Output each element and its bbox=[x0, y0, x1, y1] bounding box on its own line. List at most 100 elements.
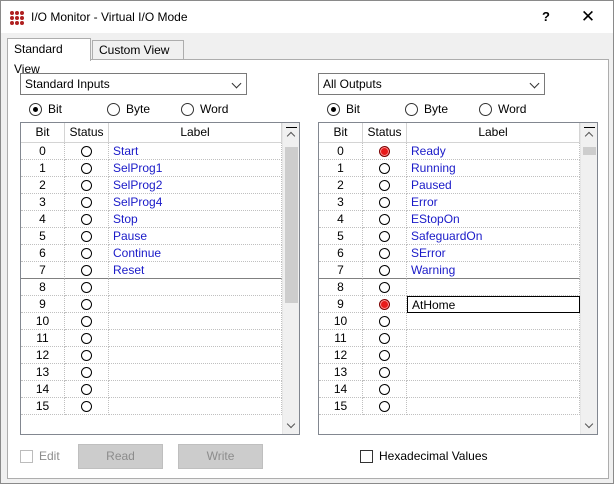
column-header-status[interactable]: Status bbox=[65, 123, 109, 143]
label-cell[interactable] bbox=[109, 381, 282, 398]
table-row[interactable]: 9 bbox=[21, 296, 282, 313]
led-off-icon[interactable] bbox=[379, 350, 390, 361]
led-off-icon[interactable] bbox=[81, 401, 92, 412]
table-row[interactable]: 0 Start bbox=[21, 143, 282, 160]
led-off-icon[interactable] bbox=[81, 214, 92, 225]
table-row[interactable]: 12 bbox=[319, 347, 580, 364]
column-header-label[interactable]: Label bbox=[407, 123, 580, 143]
label-cell[interactable]: SError bbox=[407, 245, 580, 262]
label-cell[interactable] bbox=[109, 347, 282, 364]
led-off-icon[interactable] bbox=[81, 384, 92, 395]
label-cell[interactable]: Pause bbox=[109, 228, 282, 245]
status-cell[interactable] bbox=[65, 347, 109, 364]
led-off-icon[interactable] bbox=[379, 401, 390, 412]
label-cell[interactable] bbox=[407, 347, 580, 364]
column-header-bit[interactable]: Bit bbox=[21, 123, 65, 143]
status-cell[interactable] bbox=[65, 313, 109, 330]
scroll-down-icon[interactable] bbox=[581, 417, 597, 434]
label-cell[interactable] bbox=[109, 398, 282, 415]
led-off-icon[interactable] bbox=[81, 367, 92, 378]
status-cell[interactable] bbox=[363, 330, 407, 347]
outputs-radio-byte[interactable]: Byte bbox=[405, 101, 448, 117]
scroll-thumb[interactable] bbox=[583, 147, 596, 155]
status-cell[interactable] bbox=[363, 313, 407, 330]
led-off-icon[interactable] bbox=[379, 248, 390, 259]
led-off-icon[interactable] bbox=[81, 265, 92, 276]
label-cell[interactable]: Start bbox=[109, 143, 282, 160]
led-off-icon[interactable] bbox=[379, 282, 390, 293]
table-row[interactable]: 10 bbox=[319, 313, 580, 330]
status-cell[interactable] bbox=[65, 245, 109, 262]
label-cell[interactable]: Continue bbox=[109, 245, 282, 262]
edit-checkbox[interactable]: Edit bbox=[20, 449, 60, 463]
table-row[interactable]: 10 bbox=[21, 313, 282, 330]
label-cell[interactable] bbox=[109, 313, 282, 330]
table-row[interactable]: 0 Ready bbox=[319, 143, 580, 160]
status-cell[interactable] bbox=[65, 194, 109, 211]
label-cell[interactable] bbox=[407, 381, 580, 398]
inputs-radio-bit[interactable]: Bit bbox=[29, 101, 62, 117]
label-cell[interactable]: EStopOn bbox=[407, 211, 580, 228]
status-cell[interactable] bbox=[363, 398, 407, 415]
led-off-icon[interactable] bbox=[81, 163, 92, 174]
status-cell[interactable] bbox=[65, 262, 109, 279]
status-cell[interactable] bbox=[363, 245, 407, 262]
table-row[interactable]: 8 bbox=[21, 279, 282, 296]
table-row[interactable]: 13 bbox=[319, 364, 580, 381]
status-cell[interactable] bbox=[363, 364, 407, 381]
status-cell[interactable] bbox=[65, 398, 109, 415]
led-off-icon[interactable] bbox=[81, 248, 92, 259]
table-row[interactable]: 8 bbox=[319, 279, 580, 296]
column-header-bit[interactable]: Bit bbox=[319, 123, 363, 143]
led-off-icon[interactable] bbox=[379, 333, 390, 344]
outputs-vertical-scrollbar[interactable] bbox=[580, 123, 597, 434]
led-off-icon[interactable] bbox=[379, 265, 390, 276]
status-cell[interactable] bbox=[363, 279, 407, 296]
status-cell[interactable] bbox=[363, 381, 407, 398]
inputs-radio-byte[interactable]: Byte bbox=[107, 101, 150, 117]
led-off-icon[interactable] bbox=[81, 180, 92, 191]
label-cell[interactable]: SafeguardOn bbox=[407, 228, 580, 245]
label-cell[interactable] bbox=[407, 364, 580, 381]
status-cell[interactable] bbox=[363, 211, 407, 228]
table-row[interactable]: 12 bbox=[21, 347, 282, 364]
label-cell[interactable] bbox=[407, 313, 580, 330]
led-off-icon[interactable] bbox=[379, 214, 390, 225]
table-row[interactable]: 2 SelProg2 bbox=[21, 177, 282, 194]
status-cell[interactable] bbox=[65, 143, 109, 160]
outputs-radio-word[interactable]: Word bbox=[479, 101, 526, 117]
label-cell[interactable]: SelProg2 bbox=[109, 177, 282, 194]
scroll-up-icon[interactable] bbox=[581, 123, 597, 145]
led-off-icon[interactable] bbox=[81, 282, 92, 293]
label-cell[interactable] bbox=[109, 279, 282, 296]
status-cell[interactable] bbox=[363, 296, 407, 313]
label-cell[interactable]: Running bbox=[407, 160, 580, 177]
table-row[interactable]: 15 bbox=[319, 398, 580, 415]
table-row[interactable]: 14 bbox=[21, 381, 282, 398]
label-cell[interactable]: SelProg1 bbox=[109, 160, 282, 177]
status-cell[interactable] bbox=[65, 211, 109, 228]
status-cell[interactable] bbox=[65, 279, 109, 296]
label-cell[interactable]: SelProg4 bbox=[109, 194, 282, 211]
table-row[interactable]: 4 EStopOn bbox=[319, 211, 580, 228]
led-off-icon[interactable] bbox=[81, 146, 92, 157]
status-cell[interactable] bbox=[65, 296, 109, 313]
label-edit-field[interactable]: AtHome bbox=[407, 296, 580, 313]
table-row[interactable]: 7 Warning bbox=[319, 262, 580, 279]
hexadecimal-checkbox[interactable]: Hexadecimal Values bbox=[360, 449, 488, 463]
label-cell[interactable]: Error bbox=[407, 194, 580, 211]
table-row[interactable]: 6 SError bbox=[319, 245, 580, 262]
label-cell[interactable] bbox=[407, 398, 580, 415]
led-off-icon[interactable] bbox=[81, 197, 92, 208]
led-off-icon[interactable] bbox=[379, 316, 390, 327]
label-cell[interactable] bbox=[109, 364, 282, 381]
led-off-icon[interactable] bbox=[379, 197, 390, 208]
table-row[interactable]: 1 SelProg1 bbox=[21, 160, 282, 177]
led-on-icon[interactable] bbox=[379, 146, 390, 157]
led-off-icon[interactable] bbox=[81, 333, 92, 344]
write-button[interactable]: Write bbox=[178, 444, 263, 469]
status-cell[interactable] bbox=[65, 177, 109, 194]
label-cell[interactable] bbox=[407, 330, 580, 347]
table-row[interactable]: 11 bbox=[21, 330, 282, 347]
scroll-down-icon[interactable] bbox=[283, 417, 299, 434]
